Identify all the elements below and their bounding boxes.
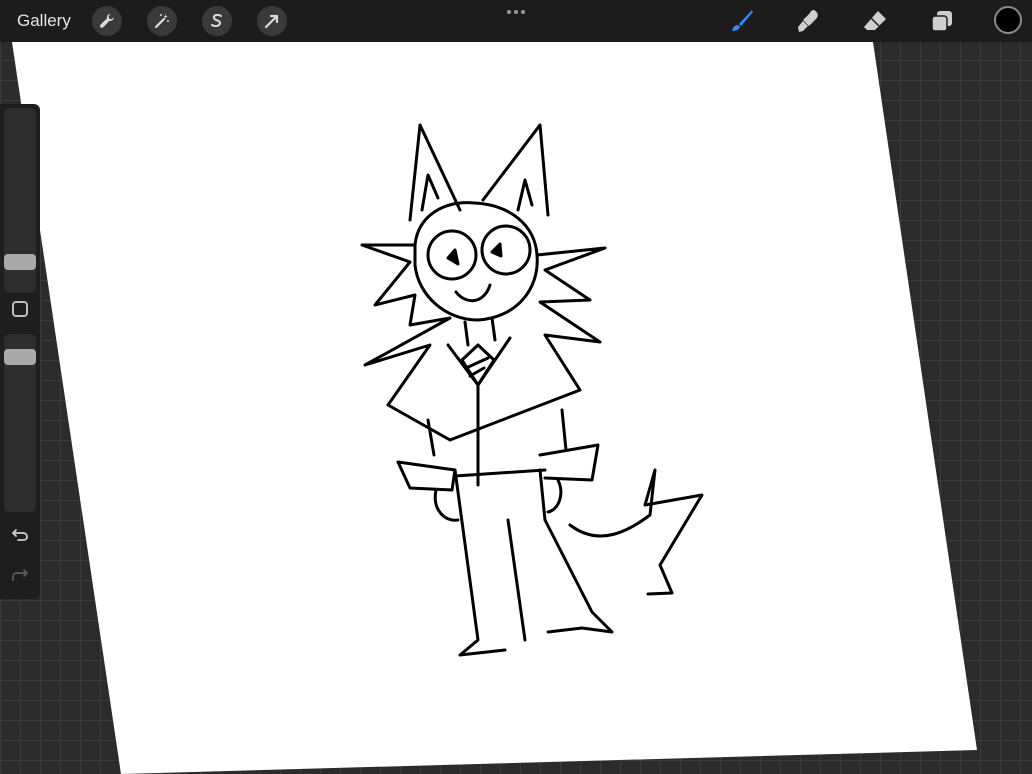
redo-icon xyxy=(12,569,28,581)
selection-button[interactable] xyxy=(202,6,232,36)
layers-button[interactable] xyxy=(926,5,958,37)
magic-wand-icon xyxy=(154,14,169,29)
eraser-icon xyxy=(864,11,886,30)
top-toolbar: Gallery xyxy=(0,0,1032,42)
gallery-button[interactable]: Gallery xyxy=(17,10,71,32)
undo-icon xyxy=(12,529,28,541)
opacity-thumb[interactable] xyxy=(4,349,36,365)
undo-button[interactable] xyxy=(10,525,30,545)
selection-s-icon xyxy=(211,13,222,28)
adjustments-button[interactable] xyxy=(147,6,177,36)
redo-button[interactable] xyxy=(10,565,30,585)
canvas-sheet xyxy=(12,42,977,774)
drawing-canvas[interactable] xyxy=(0,0,1032,774)
smudge-tool-button[interactable] xyxy=(792,5,824,37)
brush-icon xyxy=(732,10,753,31)
ellipsis-dot xyxy=(514,10,518,14)
more-options[interactable] xyxy=(504,6,528,18)
ellipsis-dot xyxy=(521,10,525,14)
eraser-tool-button[interactable] xyxy=(859,5,891,37)
left-sidebar xyxy=(0,104,40,599)
smudge-icon xyxy=(798,10,818,32)
modify-square-icon[interactable] xyxy=(12,301,28,317)
transform-arrow-icon xyxy=(264,14,279,29)
actions-button[interactable] xyxy=(92,6,122,36)
layers-icon xyxy=(931,11,952,32)
brush-size-thumb[interactable] xyxy=(4,254,36,270)
transform-button[interactable] xyxy=(257,6,287,36)
ellipsis-dot xyxy=(507,10,511,14)
color-picker-button[interactable] xyxy=(994,6,1022,34)
canvas-workspace[interactable] xyxy=(0,0,1032,774)
wrench-icon xyxy=(99,14,114,28)
brush-tool-button[interactable] xyxy=(725,5,757,37)
